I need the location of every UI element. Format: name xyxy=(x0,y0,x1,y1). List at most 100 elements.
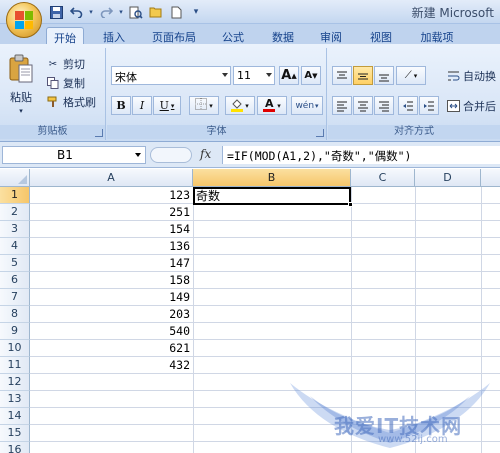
select-all-button[interactable] xyxy=(0,169,30,187)
ribbon-tabs: 开始 插入 页面布局 公式 数据 审阅 视图 加载项 xyxy=(0,24,500,45)
row-header[interactable]: 6 xyxy=(0,272,30,289)
tab-page-layout[interactable]: 页面布局 xyxy=(146,27,202,44)
orientation-button[interactable]: ⟋ ▾ xyxy=(396,66,426,85)
phonetic-icon: wén xyxy=(295,100,315,111)
row-header[interactable]: 11 xyxy=(0,357,30,374)
align-center-button[interactable] xyxy=(353,96,373,115)
cell-a3[interactable]: 154 xyxy=(31,221,192,238)
copy-button[interactable]: 复制 xyxy=(46,75,85,91)
cut-label: 剪切 xyxy=(63,58,85,71)
undo-icon[interactable] xyxy=(68,4,84,20)
formula-buttons[interactable] xyxy=(150,147,192,163)
increase-indent-icon xyxy=(424,101,434,110)
cell-a11[interactable]: 432 xyxy=(31,357,192,374)
font-group-label: 字体 xyxy=(107,125,326,139)
tab-view[interactable]: 视图 xyxy=(362,27,400,44)
chevron-down-icon[interactable]: ▾ xyxy=(118,4,124,20)
borders-button[interactable]: ▾ xyxy=(189,96,219,115)
font-color-button[interactable]: A ▾ xyxy=(257,96,287,115)
cell-a8[interactable]: 203 xyxy=(31,306,192,323)
cell-a2[interactable]: 251 xyxy=(31,204,192,221)
tab-home[interactable]: 开始 xyxy=(46,27,84,45)
tab-data[interactable]: 数据 xyxy=(264,27,302,44)
row-header[interactable]: 8 xyxy=(0,306,30,323)
decrease-indent-button[interactable] xyxy=(398,96,418,115)
chevron-down-icon[interactable]: ▾ xyxy=(88,4,94,20)
open-icon[interactable] xyxy=(148,4,164,20)
fill-handle[interactable] xyxy=(348,202,353,207)
active-cell-border xyxy=(193,187,353,207)
worksheet-grid[interactable]: A B C D 1 123 2 251 3 154 4 136 5 147 6 158 7 149 8 203… xyxy=(0,169,500,453)
tab-review[interactable]: 审阅 xyxy=(312,27,350,44)
redo-icon[interactable] xyxy=(98,4,114,20)
quick-access-toolbar: ▾ ▾ ▾ xyxy=(48,4,204,20)
cell-a9[interactable]: 540 xyxy=(31,323,192,340)
align-right-button[interactable] xyxy=(374,96,394,115)
row-header[interactable]: 2 xyxy=(0,204,30,221)
align-left-button[interactable] xyxy=(332,96,352,115)
bold-button[interactable]: B xyxy=(111,96,131,115)
shrink-font-button[interactable]: A ▼ xyxy=(301,66,321,85)
fill-color-button[interactable]: ▾ xyxy=(225,96,255,115)
insert-function-button[interactable]: fx xyxy=(200,147,211,161)
merge-center-button[interactable]: 合并后 xyxy=(446,98,496,114)
column-header-a[interactable]: A xyxy=(30,169,193,187)
print-preview-icon[interactable] xyxy=(128,4,144,20)
font-name-combo[interactable]: 宋体 xyxy=(111,66,231,85)
font-size-value: 11 xyxy=(237,69,251,82)
font-size-combo[interactable]: 11 xyxy=(233,66,275,85)
cell-a5[interactable]: 147 xyxy=(31,255,192,272)
dialog-launcher-icon[interactable] xyxy=(95,129,103,137)
format-painter-button[interactable]: 格式刷 xyxy=(46,94,96,110)
tab-formulas[interactable]: 公式 xyxy=(214,27,252,44)
row-header[interactable]: 9 xyxy=(0,323,30,340)
row-header[interactable]: 10 xyxy=(0,340,30,357)
align-top-button[interactable] xyxy=(332,66,352,85)
cell-a7[interactable]: 149 xyxy=(31,289,192,306)
save-icon[interactable] xyxy=(48,4,64,20)
name-box[interactable]: B1 xyxy=(2,146,146,164)
align-center-icon xyxy=(358,101,368,111)
row-header[interactable]: 5 xyxy=(0,255,30,272)
paste-button[interactable]: 粘贴 ▾ xyxy=(8,54,34,115)
chevron-down-icon: ▾ xyxy=(209,101,213,110)
row-header[interactable]: 3 xyxy=(0,221,30,238)
title-bar: ▾ ▾ ▾ 新建 Microsoft xyxy=(0,0,500,24)
row-header[interactable]: 4 xyxy=(0,238,30,255)
increase-indent-button[interactable] xyxy=(419,96,439,115)
align-middle-button[interactable] xyxy=(353,66,373,85)
cut-button[interactable]: ✂ 剪切 xyxy=(46,56,85,72)
customize-icon[interactable]: ▾ xyxy=(188,4,204,20)
phonetic-button[interactable]: wén ▾ xyxy=(291,96,323,115)
grow-font-button[interactable]: A ▲ xyxy=(279,66,299,85)
new-icon[interactable] xyxy=(168,4,184,20)
office-button[interactable] xyxy=(6,2,42,38)
column-header-e[interactable] xyxy=(481,169,500,187)
formula-input[interactable]: =IF(MOD(A1,2),"奇数","偶数") xyxy=(222,146,500,164)
column-header-d[interactable]: D xyxy=(415,169,481,187)
cell-a6[interactable]: 158 xyxy=(31,272,192,289)
align-bottom-button[interactable] xyxy=(374,66,394,85)
dialog-launcher-icon[interactable] xyxy=(316,129,324,137)
column-header-c[interactable]: C xyxy=(351,169,415,187)
underline-button[interactable]: U ▾ xyxy=(153,96,181,115)
row-header[interactable]: 13 xyxy=(0,391,30,408)
column-header-b[interactable]: B xyxy=(193,169,351,187)
cell-a4[interactable]: 136 xyxy=(31,238,192,255)
cell-a1[interactable]: 123 xyxy=(31,187,192,204)
row-header[interactable]: 16 xyxy=(0,442,30,453)
tab-add-ins[interactable]: 加载项 xyxy=(412,27,462,44)
cell-a10[interactable]: 621 xyxy=(31,340,192,357)
row-header[interactable]: 14 xyxy=(0,408,30,425)
tab-insert[interactable]: 插入 xyxy=(95,27,133,44)
chevron-down-icon: ▾ xyxy=(277,101,281,110)
row-header[interactable]: 12 xyxy=(0,374,30,391)
italic-button[interactable]: I xyxy=(132,96,152,115)
wrap-text-button[interactable]: 自动换 xyxy=(446,68,496,84)
chevron-down-icon: ▾ xyxy=(170,101,175,110)
row-header[interactable]: 1 xyxy=(0,187,30,204)
row-header[interactable]: 15 xyxy=(0,425,30,442)
row-header[interactable]: 7 xyxy=(0,289,30,306)
chevron-down-icon: ▾ xyxy=(19,107,23,115)
grid-line xyxy=(30,424,500,425)
